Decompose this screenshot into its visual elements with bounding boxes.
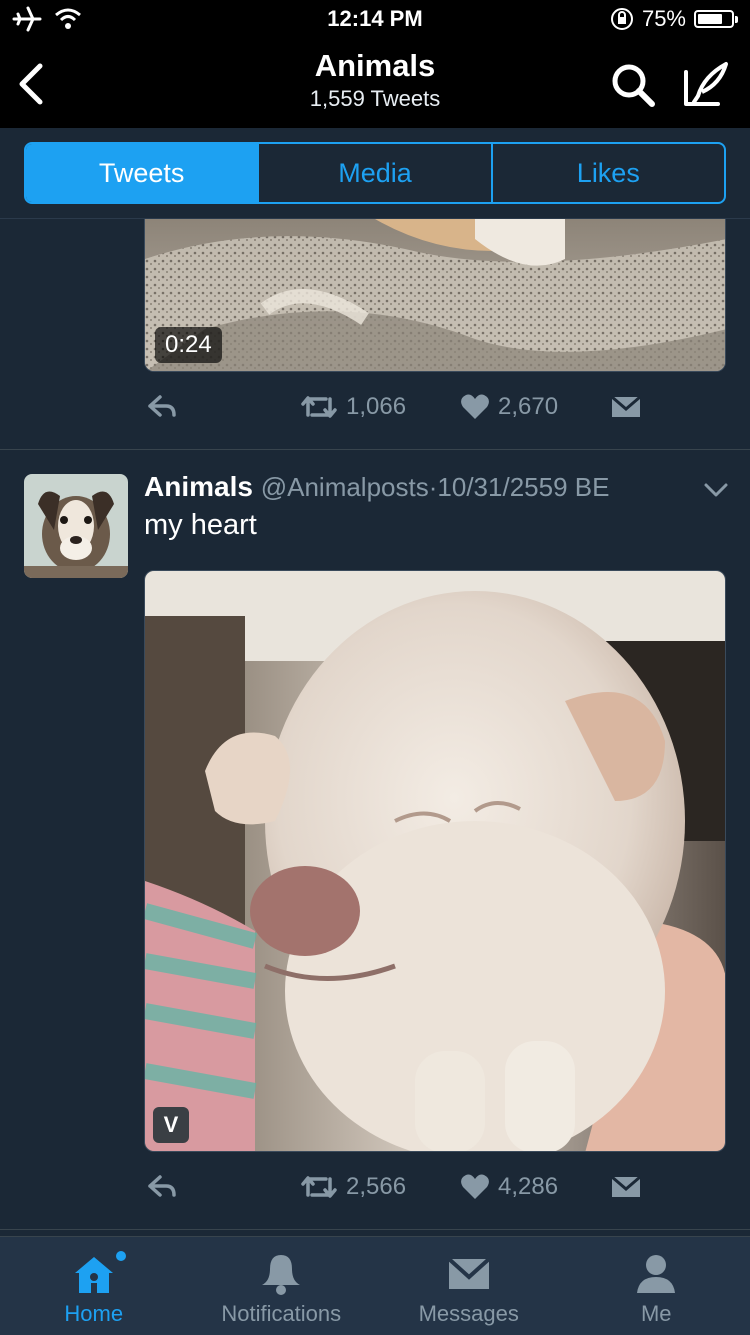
envelope-icon — [446, 1251, 492, 1297]
tab-label: Messages — [419, 1301, 519, 1327]
tab-media[interactable]: Media — [257, 144, 490, 202]
tweet-date: 10/31/2559 BE — [437, 472, 609, 502]
battery-fill — [698, 14, 722, 24]
search-icon[interactable] — [608, 60, 658, 110]
author-handle[interactable]: @Animalposts — [261, 472, 429, 502]
sleeping-puppy-image — [145, 571, 726, 1152]
battery-percent: 75% — [642, 6, 686, 32]
tab-home[interactable]: Home — [0, 1237, 188, 1335]
nav-header: Animals 1,559 Tweets — [0, 40, 750, 128]
compose-tweet-icon[interactable] — [680, 58, 732, 110]
author-name[interactable]: Animals — [144, 471, 253, 502]
tab-label: Notifications — [221, 1301, 341, 1327]
tab-label: Me — [641, 1301, 672, 1327]
tweet-header: Animals @Animalposts·10/31/2559 BE — [144, 471, 609, 503]
envelope-icon — [610, 1173, 642, 1199]
tab-me[interactable]: Me — [563, 1237, 750, 1335]
bottom-tab-bar: Home Notifications Messages Me — [0, 1236, 750, 1335]
cat-in-blanket-image — [145, 219, 726, 372]
chevron-down-icon[interactable] — [702, 481, 730, 499]
envelope-icon — [610, 393, 642, 419]
like-button[interactable]: 2,670 — [460, 393, 558, 421]
tab-messages[interactable]: Messages — [375, 1237, 563, 1335]
direct-message-button[interactable] — [610, 393, 642, 419]
status-bar: 12:14 PM 75% — [0, 0, 750, 40]
tab-label: Home — [64, 1301, 123, 1327]
video-duration: 0:24 — [155, 327, 222, 363]
profile-tabs-bar: Tweets Media Likes — [0, 128, 750, 219]
profile-tabs: Tweets Media Likes — [24, 142, 726, 204]
retweet-icon — [300, 1173, 338, 1201]
reply-button[interactable] — [146, 393, 178, 421]
reply-icon — [146, 1173, 178, 1201]
like-count: 4,286 — [498, 1173, 558, 1201]
tab-notifications[interactable]: Notifications — [188, 1237, 376, 1335]
vine-logo-icon: V — [153, 1107, 189, 1143]
tweet-text: my heart — [144, 509, 257, 542]
battery-icon — [694, 10, 734, 28]
tab-likes[interactable]: Likes — [491, 144, 724, 202]
retweet-button[interactable]: 2,566 — [300, 1173, 406, 1201]
tweet-actions: 2,566 4,286 — [144, 1173, 726, 1213]
tweet-divider — [0, 449, 750, 450]
like-button[interactable]: 4,286 — [460, 1173, 558, 1201]
bell-icon — [258, 1251, 304, 1297]
reply-icon — [146, 393, 178, 421]
tweet-divider — [0, 1229, 750, 1230]
new-tweets-dot — [116, 1251, 126, 1261]
reply-button[interactable] — [146, 1173, 178, 1201]
puppy-avatar-image — [24, 474, 128, 578]
like-count: 2,670 — [498, 393, 558, 421]
tab-tweets[interactable]: Tweets — [26, 144, 257, 202]
tweet-video-thumbnail[interactable]: 0:24 — [144, 219, 726, 372]
tweet-feed[interactable]: 0:24 1,066 2,670 — [0, 219, 750, 1235]
retweet-count: 1,066 — [346, 393, 406, 421]
retweet-count: 2,566 — [346, 1173, 406, 1201]
direct-message-button[interactable] — [610, 1173, 642, 1199]
tweet-actions: 1,066 2,670 — [144, 393, 726, 433]
orientation-lock-icon — [610, 7, 634, 31]
status-bar-right: 75% — [610, 6, 734, 32]
avatar[interactable] — [24, 474, 128, 578]
retweet-icon — [300, 393, 338, 421]
home-icon — [71, 1251, 117, 1297]
person-icon — [633, 1251, 679, 1297]
heart-icon — [460, 1173, 490, 1201]
tweet-video[interactable]: V — [144, 570, 726, 1152]
heart-icon — [460, 393, 490, 421]
retweet-button[interactable]: 1,066 — [300, 393, 406, 421]
